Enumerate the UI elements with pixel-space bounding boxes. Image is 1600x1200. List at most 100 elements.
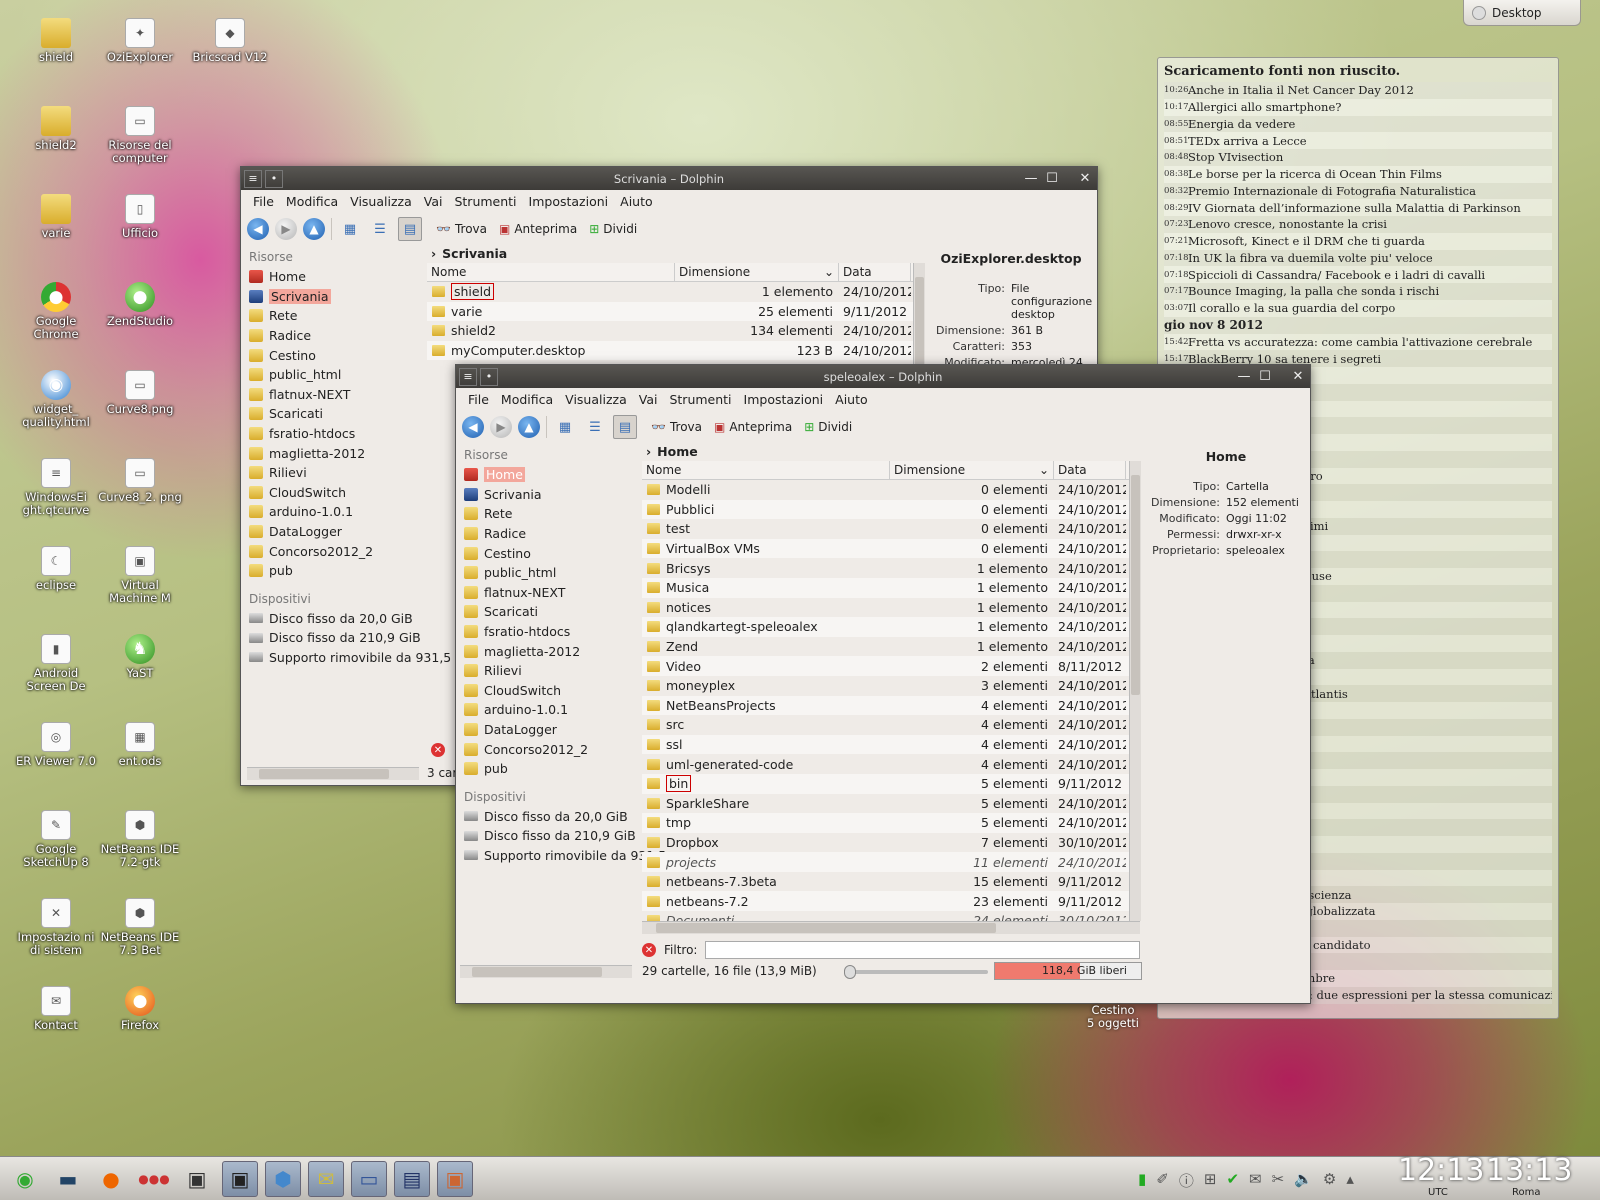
maximize-button[interactable]: ☐: [1043, 170, 1061, 188]
menu-modifica[interactable]: Modifica: [280, 194, 344, 209]
file-horizontal-scrollbar[interactable]: [642, 921, 1140, 934]
place-cestino[interactable]: Cestino: [243, 345, 423, 365]
place-pub[interactable]: pub: [458, 759, 636, 779]
menu-file[interactable]: File: [247, 194, 280, 209]
desktop-icon[interactable]: ♞ YaST: [98, 634, 182, 680]
desktop-icon[interactable]: ✎ Google SketchUp 8: [14, 810, 98, 869]
file-row[interactable]: qlandkartegt-speleoalex 1 elemento 24/10/2…: [642, 617, 1130, 637]
news-item[interactable]: 08:51 TEDx arriva a Lecce: [1164, 132, 1552, 149]
zoom-slider-handle[interactable]: [844, 965, 856, 979]
device-item[interactable]: Supporto rimovibile da 931,5: [243, 648, 451, 668]
place-scaricati[interactable]: Scaricati: [243, 404, 423, 424]
news-item[interactable]: 08:38 Le borse per la ricerca di Ocean Th…: [1164, 165, 1552, 183]
file-row[interactable]: src 4 elementi 24/10/2012: [642, 715, 1130, 735]
place-cloudswitch[interactable]: CloudSwitch: [458, 681, 636, 701]
place-fsratio-htdocs[interactable]: fsratio-htdocs: [243, 424, 423, 444]
column-size[interactable]: Dimensione ⌄: [890, 461, 1054, 479]
news-item[interactable]: 10:26 Anche in Italia il Net Cancer Day 2…: [1164, 82, 1552, 99]
desktop-icon[interactable]: ☾ eclipse: [14, 546, 98, 592]
info-icon[interactable]: ⓘ: [1179, 1170, 1194, 1191]
clock-rome[interactable]: 13:13: [1486, 1153, 1572, 1188]
file-row[interactable]: netbeans-7.3beta 15 elementi 9/11/2012 1: [642, 872, 1130, 892]
file-row[interactable]: tmp 5 elementi 24/10/2012: [642, 813, 1130, 833]
news-item[interactable]: 15:42 Fretta vs accuratezza: come cambia …: [1164, 333, 1552, 351]
task-dolphin-icon[interactable]: ▤: [394, 1160, 430, 1197]
close-button[interactable]: ✕: [1289, 368, 1307, 386]
place-radice[interactable]: Radice: [458, 524, 636, 544]
place-rilievi[interactable]: Rilievi: [243, 463, 423, 483]
devices-icon[interactable]: ⊞: [1204, 1170, 1217, 1191]
place-datalogger[interactable]: DataLogger: [243, 522, 423, 542]
desktop-icon[interactable]: ◉ widget_ quality.html: [14, 370, 98, 429]
breadcrumb[interactable]: › Home: [642, 441, 1130, 461]
file-vertical-scrollbar[interactable]: [1129, 461, 1141, 921]
volume-icon[interactable]: 🔈: [1294, 1170, 1313, 1191]
place-home[interactable]: Home: [458, 465, 636, 485]
menu-visualizza[interactable]: Visualizza: [344, 194, 418, 209]
up-button[interactable]: ▲: [518, 416, 540, 438]
news-item[interactable]: 07:18 In UK la fibra va duemila volte piu…: [1164, 249, 1552, 267]
place-cloudswitch[interactable]: CloudSwitch: [243, 483, 423, 503]
file-row[interactable]: Pubblici 0 elementi 24/10/2012: [642, 499, 1130, 520]
place-maglietta-2012[interactable]: maglietta-2012: [458, 641, 636, 661]
close-button[interactable]: ✕: [1076, 170, 1094, 188]
place-arduino-1-0-1[interactable]: arduino-1.0.1: [458, 700, 636, 720]
filter-input[interactable]: [705, 941, 1140, 959]
minimize-button[interactable]: —: [1022, 170, 1040, 188]
places-horizontal-scrollbar[interactable]: [460, 965, 632, 978]
menu-impostazioni[interactable]: Impostazioni: [523, 194, 615, 209]
menu-strumenti[interactable]: Strumenti: [663, 392, 737, 407]
column-size[interactable]: Dimensione ⌄: [675, 263, 839, 281]
pin-button[interactable]: •: [265, 169, 283, 188]
place-cestino[interactable]: Cestino: [458, 543, 636, 563]
file-row[interactable]: uml-generated-code 4 elementi 24/10/2012: [642, 754, 1130, 774]
window-menu-button[interactable]: ≡: [244, 169, 262, 188]
desktop-icon[interactable]: ≡ WindowsEi ght.qtcurve: [14, 458, 98, 517]
news-item[interactable]: 07:21 Microsoft, Kinect e il DRM che ti g…: [1164, 232, 1552, 250]
split-button[interactable]: ⊞ Dividi: [804, 420, 852, 434]
place-flatnux-next[interactable]: flatnux-NEXT: [458, 583, 636, 603]
file-row[interactable]: varie 25 elementi 9/11/2012 1: [427, 301, 923, 322]
desktop-icon[interactable]: ▯ Ufficio: [98, 194, 182, 240]
file-row[interactable]: NetBeansProjects 4 elementi 24/10/2012: [642, 695, 1130, 716]
file-row[interactable]: Video 2 elementi 8/11/2012 1: [642, 656, 1130, 676]
device-item[interactable]: Disco fisso da 20,0 GiB: [458, 807, 636, 827]
find-button[interactable]: 👓 Trova: [436, 222, 487, 236]
column-date[interactable]: Data: [1054, 461, 1126, 479]
menu-modifica[interactable]: Modifica: [495, 392, 559, 407]
desktop-icon[interactable]: shield: [14, 18, 98, 64]
compact-view-button[interactable]: ☰: [583, 415, 607, 439]
desktop-icon[interactable]: ● ZendStudio: [98, 282, 182, 328]
file-row[interactable]: shield2 134 elementi 24/10/2012: [427, 321, 923, 341]
task-kontact-icon[interactable]: ✉: [308, 1160, 344, 1197]
place-radice[interactable]: Radice: [243, 326, 423, 346]
news-item[interactable]: 03:07 Il corallo e la sua guardia del cor…: [1164, 299, 1552, 317]
network-icon[interactable]: ⚙: [1323, 1170, 1336, 1191]
task-netbeans-icon[interactable]: ⬢: [265, 1160, 301, 1197]
desktop-icon[interactable]: ◆ Bricscad V12: [188, 18, 272, 64]
compact-view-button[interactable]: ☰: [368, 217, 392, 241]
news-date-header[interactable]: gio nov 8 2012: [1164, 316, 1552, 334]
place-home[interactable]: Home: [243, 267, 423, 287]
file-row[interactable]: test 0 elementi 24/10/2012: [642, 519, 1130, 539]
place-scaricati[interactable]: Scaricati: [458, 602, 636, 622]
place-maglietta-2012[interactable]: maglietta-2012: [243, 443, 423, 463]
place-datalogger[interactable]: DataLogger: [458, 720, 636, 740]
place-public-html[interactable]: public_html: [458, 563, 636, 583]
news-item[interactable]: 08:55 Energia da vedere: [1164, 115, 1552, 133]
zoom-slider[interactable]: [844, 965, 988, 979]
file-row[interactable]: netbeans-7.2 23 elementi 9/11/2012 1: [642, 891, 1130, 912]
back-button[interactable]: ◀: [247, 218, 269, 240]
menu-strumenti[interactable]: Strumenti: [448, 194, 522, 209]
desktop-icon[interactable]: ▭ Curve8.png: [98, 370, 182, 416]
place-rete[interactable]: Rete: [458, 504, 636, 524]
menu-aiuto[interactable]: Aiuto: [829, 392, 874, 407]
updates-icon[interactable]: ✔: [1226, 1170, 1239, 1191]
news-item[interactable]: 07:23 Lenovo cresce, nonostante la crisi: [1164, 216, 1552, 233]
place-fsratio-htdocs[interactable]: fsratio-htdocs: [458, 622, 636, 642]
window-titlebar[interactable]: ≡ • Scrivania – Dolphin — ☐ ✕: [241, 167, 1097, 190]
file-row[interactable]: projects 11 elementi 24/10/2012: [642, 852, 1130, 872]
desktop-icon[interactable]: ◎ ER Viewer 7.0: [14, 722, 98, 768]
column-name[interactable]: Nome: [642, 461, 890, 479]
news-item[interactable]: 07:18 Spiccioli di Cassandra/ Facebook e …: [1164, 266, 1552, 283]
